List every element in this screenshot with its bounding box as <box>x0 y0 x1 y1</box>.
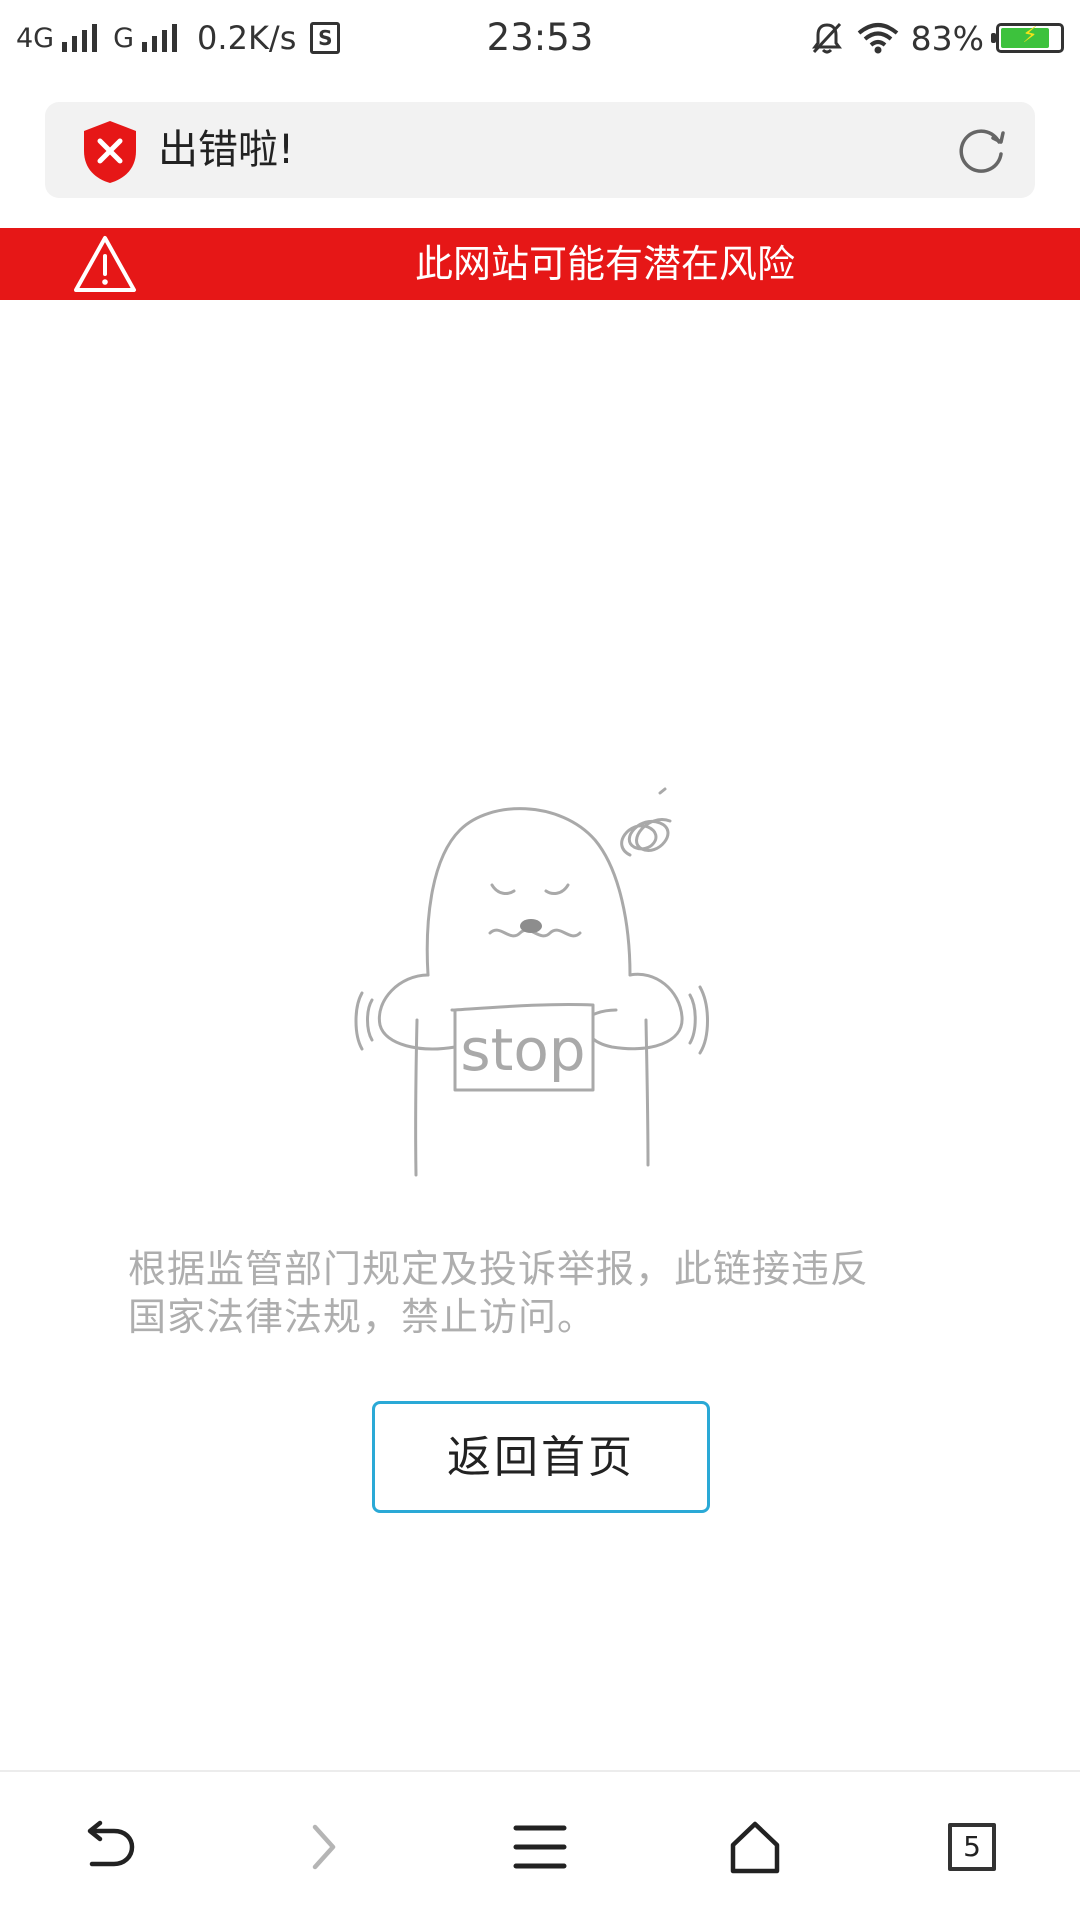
tabs-button[interactable]: 5 <box>922 1802 1022 1892</box>
bottom-navigation: 5 <box>0 1770 1080 1922</box>
risk-warning-text: 此网站可能有潜在风险 <box>414 242 795 286</box>
page-title: 出错啦! <box>158 127 295 173</box>
forward-icon <box>312 1824 336 1870</box>
stop-sign-text: stop <box>460 1016 585 1084</box>
charging-bolt-icon: ⚡ <box>1022 23 1038 48</box>
tabs-icon: 5 <box>948 1823 996 1871</box>
back-icon <box>87 1820 135 1867</box>
status-right: 83% ⚡ <box>809 14 1064 62</box>
menu-icon <box>513 1825 567 1869</box>
home-button[interactable] <box>705 1802 805 1892</box>
battery-percent: 83% <box>910 18 984 58</box>
wifi-icon <box>857 23 898 54</box>
tab-count: 5 <box>963 1830 981 1863</box>
back-button[interactable] <box>58 1802 158 1892</box>
home-icon <box>730 1821 780 1874</box>
battery-icon: ⚡ <box>991 23 1064 53</box>
mute-icon <box>811 22 842 54</box>
stop-mascot-illustration: stop <box>354 787 709 1177</box>
risk-warning-banner: 此网站可能有潜在风险 <box>0 228 1080 300</box>
shield-error-icon <box>84 121 136 183</box>
back-to-home-button[interactable]: 返回首页 <box>372 1401 710 1513</box>
reload-icon[interactable] <box>953 122 1009 178</box>
forward-button[interactable] <box>273 1802 373 1892</box>
status-bar: 4G G 0.2K/s S 23:53 83% ⚡ <box>0 0 1080 78</box>
address-bar[interactable]: 出错啦! <box>45 102 1035 198</box>
block-reason-message: 根据监管部门规定及投诉举报，此链接违反 国家法律法规，禁止访问。 <box>128 1245 958 1341</box>
message-line-2: 国家法律法规，禁止访问。 <box>128 1295 597 1339</box>
menu-button[interactable] <box>490 1802 590 1892</box>
message-line-1: 根据监管部门规定及投诉举报，此链接违反 <box>128 1247 870 1291</box>
